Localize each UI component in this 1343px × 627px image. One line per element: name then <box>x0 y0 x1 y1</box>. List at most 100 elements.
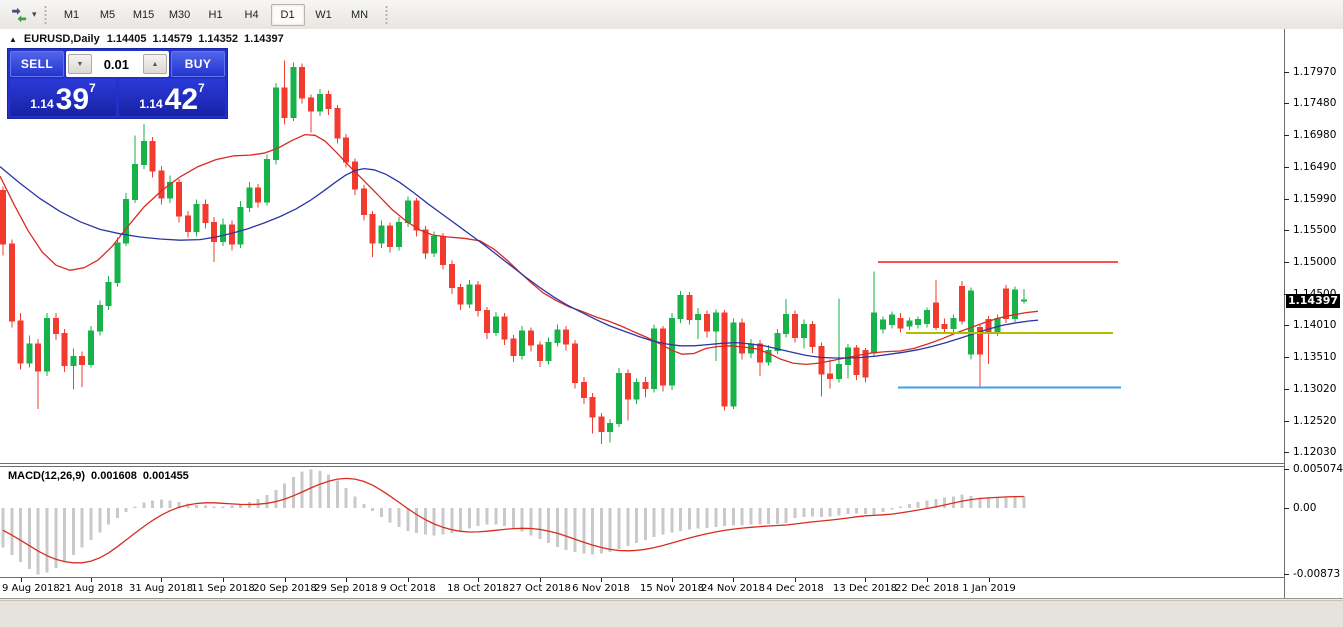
price-axis-label: 1.12030 <box>1293 446 1336 458</box>
buy-price-display[interactable]: 1.14 42 7 <box>119 79 225 116</box>
volume-down-button[interactable]: ▼ <box>68 54 92 74</box>
macd-histogram <box>2 469 1026 574</box>
price-axis-label: 1.15990 <box>1293 193 1336 205</box>
price-axis-label: 1.14010 <box>1293 319 1336 331</box>
date-axis-tick <box>865 578 866 582</box>
price-axis-label: 1.15000 <box>1293 256 1336 268</box>
date-axis-label: 15 Nov 2018 <box>640 583 704 594</box>
price-axis-tick <box>1284 421 1289 422</box>
buy-price-prefix: 1.14 <box>139 97 162 111</box>
volume-up-button[interactable]: ▲ <box>143 54 167 74</box>
chart-tab-bar: EURUSD,DailyAUDUSD,Daily|USDCHF,Daily|US… <box>0 600 1343 627</box>
date-axis-tick <box>408 578 409 582</box>
timeframe-button-w1[interactable]: W1 <box>307 4 341 26</box>
date-axis-label: 27 Oct 2018 <box>509 583 571 594</box>
timeframe-button-m15[interactable]: M15 <box>127 4 161 26</box>
price-axis-tick <box>1284 230 1289 231</box>
sell-price-big: 39 <box>56 87 89 113</box>
date-axis-label: 13 Dec 2018 <box>833 583 897 594</box>
date-axis-label: 31 Aug 2018 <box>129 583 193 594</box>
sell-price-display[interactable]: 1.14 39 7 <box>10 79 116 116</box>
caret-down-icon: ▼ <box>77 61 84 68</box>
price-axis-label: 1.17480 <box>1293 97 1336 109</box>
timeframe-button-h1[interactable]: H1 <box>199 4 233 26</box>
chevron-down-icon[interactable]: ▾ <box>32 9 37 20</box>
timeframe-button-m30[interactable]: M30 <box>163 4 197 26</box>
price-axis-tick <box>1284 72 1289 73</box>
macd-axis-tick <box>1284 574 1289 575</box>
date-axis-label: 6 Nov 2018 <box>572 583 630 594</box>
one-click-trading-panel: SELL ▼ 0.01 ▲ BUY 1.14 39 7 1.14 42 7 <box>7 48 228 119</box>
date-axis-tick <box>346 578 347 582</box>
caret-up-icon: ▲ <box>152 61 159 68</box>
macd-value: 0.001608 <box>91 470 137 482</box>
price-axis-tick <box>1284 167 1289 168</box>
panel-separator-line[interactable] <box>0 463 1284 464</box>
current-price-tag: 1.14397 <box>1286 294 1340 308</box>
date-axis-tick <box>478 578 479 582</box>
price-axis-label: 1.16490 <box>1293 161 1336 173</box>
timeframe-toolbar: ▾ M1M5M15M30H1H4D1W1MN <box>0 0 1343 30</box>
price-axis-tick <box>1284 325 1289 326</box>
macd-axis-label: -0.00873 <box>1293 568 1340 580</box>
price-axis-tick <box>1284 199 1289 200</box>
date-axis-label: 9 Aug 2018 <box>2 583 60 594</box>
buy-button[interactable]: BUY <box>171 51 225 77</box>
macd-axis-label: 0.005074 <box>1293 463 1343 475</box>
macd-bottom-axis-line <box>0 577 1284 578</box>
macd-axis-tick <box>1284 469 1289 470</box>
price-axis-label: 1.16980 <box>1293 129 1336 141</box>
price-axis-line <box>1284 29 1285 598</box>
timeframe-button-mn[interactable]: MN <box>343 4 377 26</box>
timeframe-button-h4[interactable]: H4 <box>235 4 269 26</box>
moving-average-fast-line <box>0 135 1038 365</box>
date-axis-tick <box>540 578 541 582</box>
price-axis-tick <box>1284 262 1289 263</box>
volume-stepper: ▼ 0.01 ▲ <box>66 51 169 77</box>
price-axis-tick <box>1284 452 1289 453</box>
chart-shift-icon[interactable] <box>10 7 28 23</box>
date-axis-label: 11 Sep 2018 <box>191 583 254 594</box>
price-axis-tick <box>1284 135 1289 136</box>
date-axis-label: 1 Jan 2019 <box>962 583 1016 594</box>
toolbar-separator <box>43 5 48 25</box>
date-axis-tick <box>223 578 224 582</box>
date-axis-label: 21 Aug 2018 <box>59 583 123 594</box>
macd-axis-label: 0.00 <box>1293 502 1316 514</box>
date-axis-label: 20 Sep 2018 <box>253 583 316 594</box>
price-axis-tick <box>1284 103 1289 104</box>
date-axis-tick <box>161 578 162 582</box>
date-axis-tick <box>672 578 673 582</box>
date-axis-tick <box>927 578 928 582</box>
timeframe-button-m1[interactable]: M1 <box>55 4 89 26</box>
price-axis-label: 1.13510 <box>1293 351 1336 363</box>
macd-indicator-chart[interactable] <box>0 467 1284 577</box>
buy-price-pip: 7 <box>198 81 205 95</box>
timeframe-button-d1[interactable]: D1 <box>271 4 305 26</box>
chart-bottom-border <box>0 598 1343 599</box>
date-axis-label: 24 Nov 2018 <box>701 583 765 594</box>
date-axis-tick <box>733 578 734 582</box>
price-axis-label: 1.12520 <box>1293 415 1336 427</box>
date-axis-label: 4 Dec 2018 <box>766 583 824 594</box>
buy-price-big: 42 <box>165 87 198 113</box>
macd-label: MACD(12,26,9) 0.001608 0.001455 <box>8 470 189 482</box>
date-axis-label: 18 Oct 2018 <box>447 583 509 594</box>
timeframe-button-m5[interactable]: M5 <box>91 4 125 26</box>
date-axis-tick <box>91 578 92 582</box>
price-axis-label: 1.17970 <box>1293 66 1336 78</box>
macd-name: MACD(12,26,9) <box>8 470 85 482</box>
date-axis-label: 22 Dec 2018 <box>895 583 959 594</box>
date-axis-tick <box>21 578 22 582</box>
metatrader-window: ▾ M1M5M15M30H1H4D1W1MN ▲ EURUSD,Daily 1.… <box>0 0 1343 627</box>
date-axis-tick <box>795 578 796 582</box>
price-axis-tick <box>1284 357 1289 358</box>
date-axis-tick <box>601 578 602 582</box>
date-axis-tick <box>989 578 990 582</box>
volume-input[interactable]: 0.01 <box>94 57 141 72</box>
sell-button[interactable]: SELL <box>10 51 64 77</box>
macd-axis-tick <box>1284 508 1289 509</box>
price-axis-tick <box>1284 389 1289 390</box>
date-axis-label: 29 Sep 2018 <box>314 583 377 594</box>
price-axis-label: 1.15500 <box>1293 224 1336 236</box>
